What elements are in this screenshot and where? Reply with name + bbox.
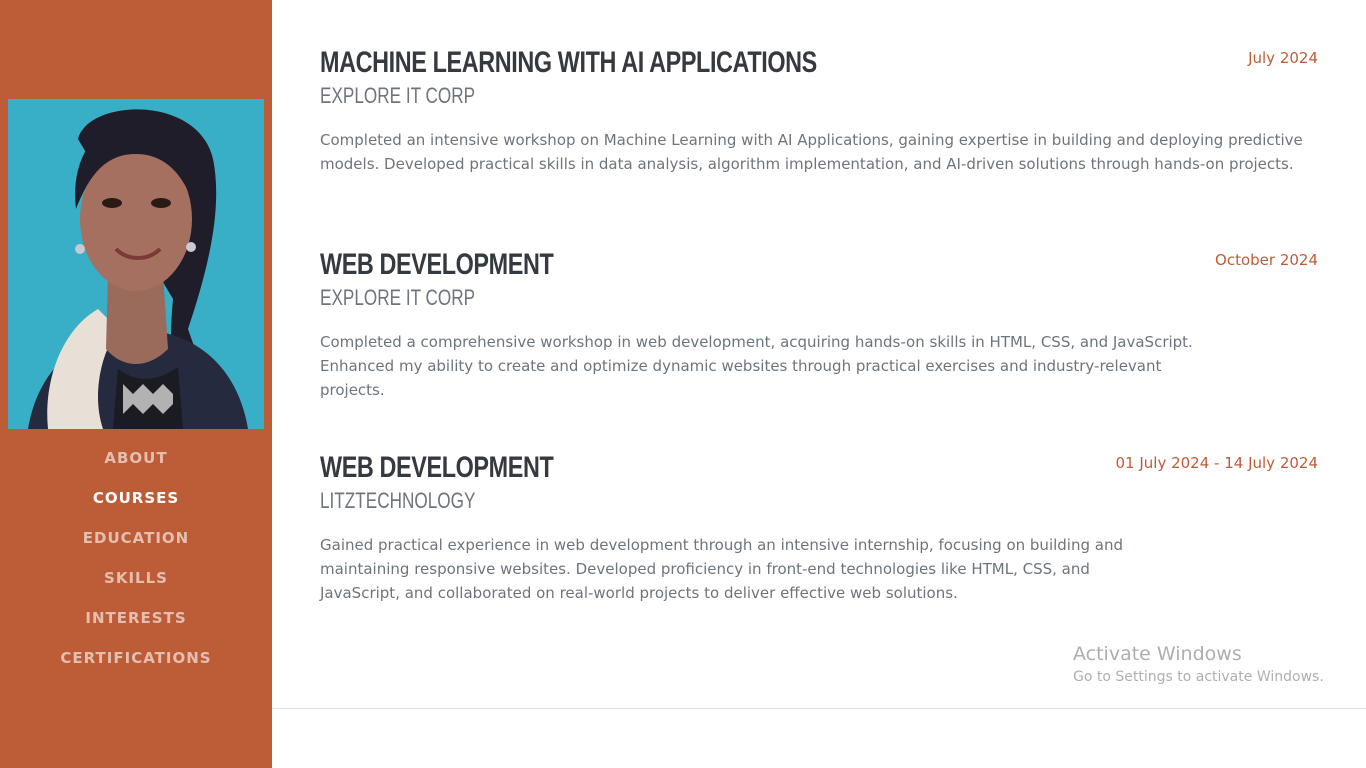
course-entry: WEB DEVELOPMENT LITZTECHNOLOGY Gained pr… — [320, 451, 1318, 605]
nav-item-certifications: CERTIFICATIONS — [0, 646, 272, 686]
course-description: Gained practical experience in web devel… — [320, 536, 1123, 602]
course-entry: MACHINE LEARNING WITH AI APPLICATIONS EX… — [320, 46, 1318, 176]
nav-item-skills: SKILLS — [0, 566, 272, 606]
course-title: WEB DEVELOPMENT — [320, 451, 554, 484]
sidebar: ABOUT COURSES EDUCATION SKILLS INTERESTS… — [0, 0, 272, 768]
course-date: 01 July 2024 - 14 July 2024 — [1115, 454, 1319, 472]
course-date: October 2024 — [1215, 251, 1318, 269]
nav-item-education: EDUCATION — [0, 526, 272, 566]
sidebar-nav: ABOUT COURSES EDUCATION SKILLS INTERESTS… — [0, 446, 272, 686]
nav-link-education[interactable]: EDUCATION — [83, 529, 189, 547]
course-entry: WEB DEVELOPMENT EXPLORE IT CORP Complete… — [320, 248, 1318, 402]
courses-section: MACHINE LEARNING WITH AI APPLICATIONS EX… — [272, 0, 1366, 768]
section-divider — [272, 708, 1366, 709]
nav-item-about: ABOUT — [0, 446, 272, 486]
watermark-subtitle: Go to Settings to activate Windows. — [1073, 669, 1324, 685]
nav-link-interests[interactable]: INTERESTS — [85, 609, 186, 627]
profile-photo — [8, 99, 264, 429]
nav-link-skills[interactable]: SKILLS — [104, 569, 168, 587]
nav-link-certifications[interactable]: CERTIFICATIONS — [60, 649, 211, 667]
nav-item-interests: INTERESTS — [0, 606, 272, 646]
nav-item-courses: COURSES — [0, 486, 272, 526]
windows-activation-watermark: Activate Windows Go to Settings to activ… — [1073, 642, 1324, 688]
course-title: WEB DEVELOPMENT — [320, 248, 554, 281]
course-provider: EXPLORE IT CORP — [320, 285, 476, 310]
nav-link-courses[interactable]: COURSES — [93, 489, 179, 507]
course-title: MACHINE LEARNING WITH AI APPLICATIONS — [320, 46, 817, 79]
course-description: Completed a comprehensive workshop in we… — [320, 333, 1193, 399]
watermark-title: Activate Windows — [1073, 643, 1242, 665]
course-description: Completed an intensive workshop on Machi… — [320, 131, 1303, 173]
course-provider: LITZTECHNOLOGY — [320, 488, 476, 513]
course-provider: EXPLORE IT CORP — [320, 83, 476, 108]
course-date: July 2024 — [1248, 49, 1318, 67]
nav-link-about[interactable]: ABOUT — [104, 449, 167, 467]
